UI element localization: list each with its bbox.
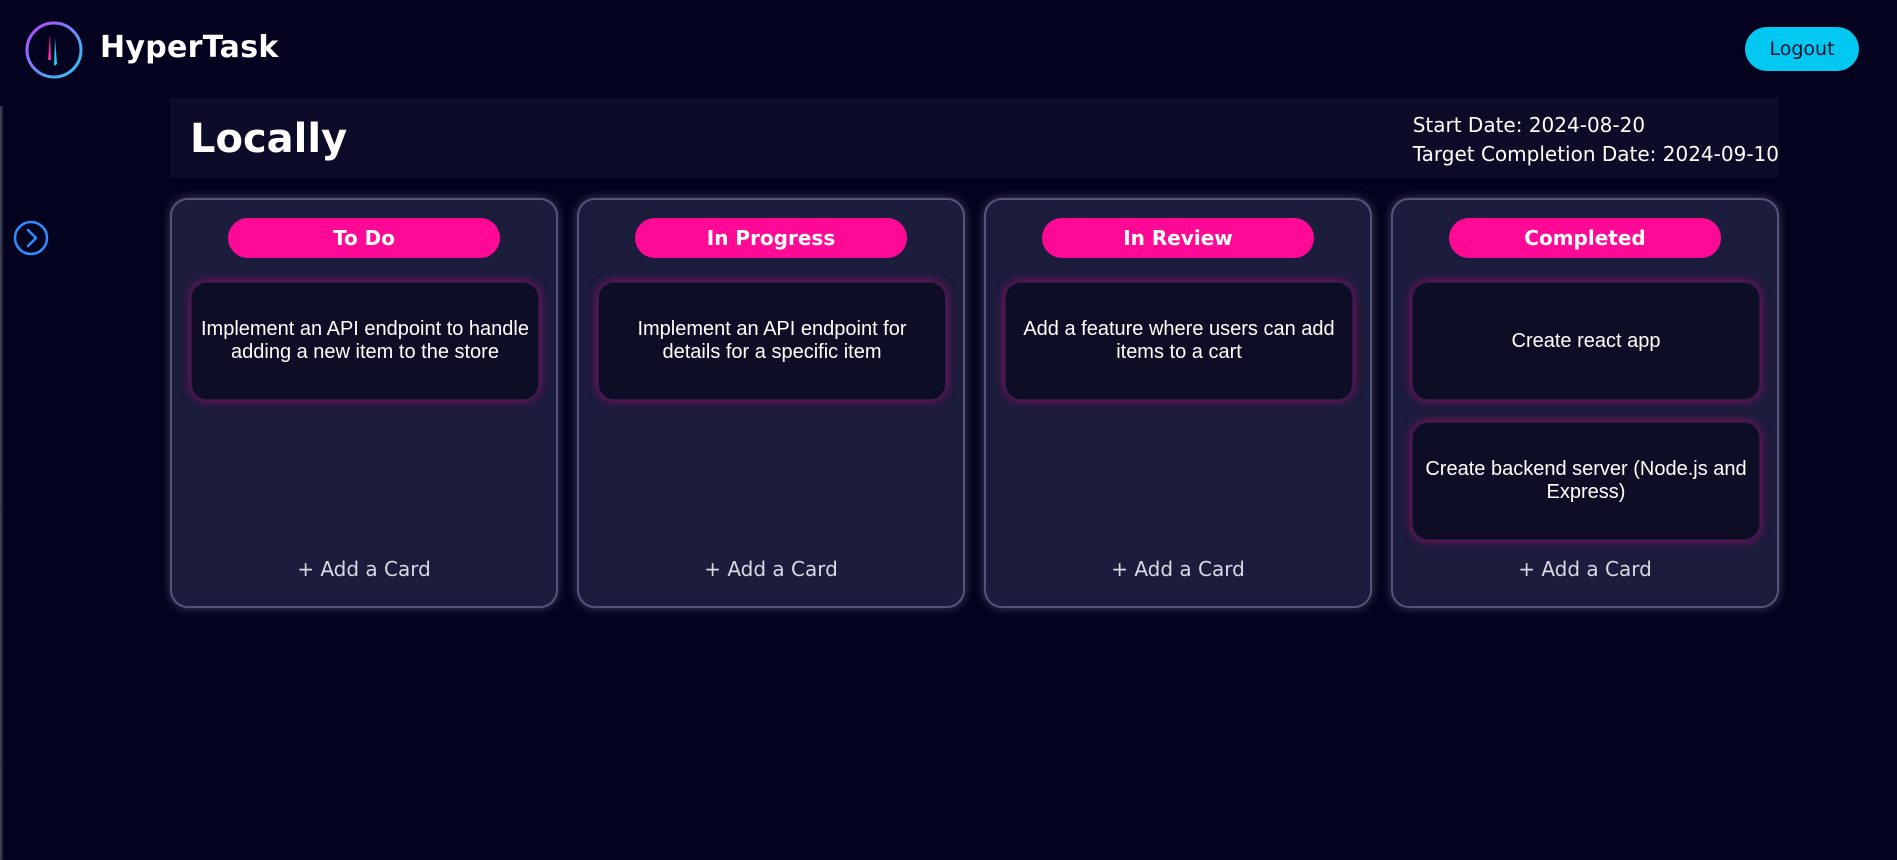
column-in-progress: In Progress Implement an API endpoint fo… — [577, 198, 965, 608]
add-card-button[interactable]: + Add a Card — [986, 557, 1370, 581]
task-card[interactable]: Implement an API endpoint to handle addi… — [191, 282, 539, 400]
task-card[interactable]: Create backend server (Node.js and Expre… — [1412, 422, 1760, 540]
start-date: Start Date: 2024-08-20 — [1412, 113, 1646, 137]
top-bar: HyperTask Logout — [0, 0, 1897, 98]
column-to-do: To Do Implement an API endpoint to handl… — [170, 198, 558, 608]
app-name: HyperTask — [100, 30, 279, 65]
target-completion-date: Target Completion Date: 2024-09-10 — [1412, 142, 1779, 166]
add-card-button[interactable]: + Add a Card — [172, 557, 556, 581]
column-title: Completed — [1449, 218, 1721, 258]
task-card[interactable]: Create react app — [1412, 282, 1760, 400]
task-card[interactable]: Implement an API endpoint for details fo… — [598, 282, 946, 400]
chevron-right-circle-icon[interactable] — [13, 220, 49, 256]
project-header: Locally Start Date: 2024-08-20 Target Co… — [170, 98, 1779, 178]
add-card-button[interactable]: + Add a Card — [579, 557, 963, 581]
logout-button[interactable]: Logout — [1745, 27, 1859, 71]
project-title: Locally — [190, 116, 348, 162]
column-title: To Do — [228, 218, 500, 258]
column-completed: Completed Create react app Create backen… — [1391, 198, 1779, 608]
project-dates: Start Date: 2024-08-20 Target Completion… — [1413, 111, 1779, 169]
column-in-review: In Review Add a feature where users can … — [984, 198, 1372, 608]
task-card[interactable]: Add a feature where users can add items … — [1005, 282, 1353, 400]
add-card-button[interactable]: + Add a Card — [1393, 557, 1777, 581]
hypertask-logo-icon[interactable] — [24, 20, 84, 80]
column-title: In Progress — [635, 218, 907, 258]
column-title: In Review — [1042, 218, 1314, 258]
sidebar-edge — [0, 106, 4, 860]
